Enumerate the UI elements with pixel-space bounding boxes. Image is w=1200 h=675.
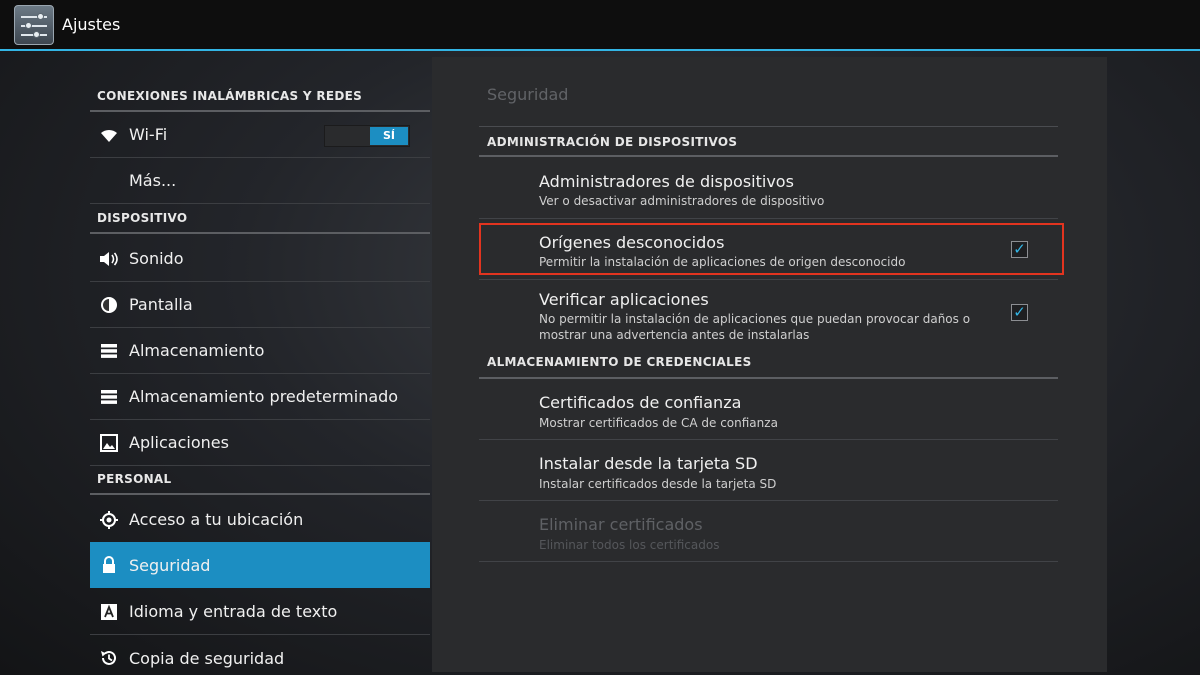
sidebar-item-more[interactable]: Más...: [90, 158, 430, 204]
lock-icon: [98, 554, 120, 576]
pref-title: Instalar desde la tarjeta SD: [539, 454, 758, 473]
security-settings-panel: Seguridad ADMINISTRACIÓN DE DISPOSITIVOS…: [432, 57, 1107, 672]
sidebar-item-wifi[interactable]: Wi-Fi SÍ: [90, 112, 430, 158]
section-header-device-admin: ADMINISTRACIÓN DE DISPOSITIVOS: [479, 135, 1058, 157]
pref-verify-apps[interactable]: Verificar aplicaciones No permitir la in…: [479, 280, 1058, 352]
sidebar-item-location[interactable]: Acceso a tu ubicación: [90, 497, 430, 543]
pref-summary: Mostrar certificados de CA de confianza: [539, 416, 778, 430]
location-icon: [98, 509, 120, 531]
action-bar: Ajustes: [0, 0, 1200, 51]
speaker-icon: [98, 248, 120, 270]
sidebar-item-label: Pantalla: [129, 295, 193, 314]
storage-icon: [98, 386, 120, 408]
app-title: Ajustes: [62, 15, 121, 34]
sidebar-item-language[interactable]: Idioma y entrada de texto: [90, 589, 430, 635]
sidebar-item-display[interactable]: Pantalla: [90, 282, 430, 328]
section-header-personal: PERSONAL: [90, 471, 430, 495]
section-header-device: DISPOSITIVO: [90, 210, 430, 234]
settings-categories-list: CONEXIONES INALÁMBRICAS Y REDES Wi-Fi SÍ…: [90, 51, 430, 675]
pref-summary: No permitir la instalación de aplicacion…: [539, 312, 971, 342]
language-icon: [98, 601, 120, 623]
pref-title: Certificados de confianza: [539, 393, 742, 412]
backup-icon: [98, 647, 120, 669]
sidebar-item-sound[interactable]: Sonido: [90, 236, 430, 282]
pref-summary: Instalar certificados desde la tarjeta S…: [539, 477, 777, 491]
pref-title: Eliminar certificados: [539, 515, 703, 534]
sidebar-item-default-storage[interactable]: Almacenamiento predeterminado: [90, 374, 430, 420]
sidebar-item-security[interactable]: Seguridad: [90, 542, 430, 588]
apps-icon: [98, 432, 120, 454]
pref-unknown-sources[interactable]: Orígenes desconocidos Permitir la instal…: [479, 219, 1058, 280]
sidebar-item-label: Sonido: [129, 249, 184, 268]
sidebar-item-apps[interactable]: Aplicaciones: [90, 420, 430, 466]
page-title: Seguridad: [487, 85, 569, 104]
storage-icon: [98, 340, 120, 362]
sidebar-item-label: Wi-Fi: [129, 125, 168, 144]
pref-trusted-certificates[interactable]: Certificados de confianza Mostrar certif…: [479, 379, 1058, 440]
pref-install-from-sd[interactable]: Instalar desde la tarjeta SD Instalar ce…: [479, 440, 1058, 501]
wifi-icon: [98, 124, 120, 146]
pref-clear-credentials: Eliminar certificados Eliminar todos los…: [479, 501, 1058, 562]
pref-title: Orígenes desconocidos: [539, 233, 725, 252]
sidebar-item-label: Aplicaciones: [129, 433, 229, 452]
wifi-toggle-state: SÍ: [370, 127, 408, 145]
pref-summary: Permitir la instalación de aplicaciones …: [539, 255, 906, 269]
brightness-icon: [98, 294, 120, 316]
sidebar-item-label: Copia de seguridad: [129, 648, 285, 668]
verify-apps-checkbox[interactable]: ✓: [1011, 304, 1028, 321]
pref-title: Verificar aplicaciones: [539, 290, 709, 309]
wifi-toggle[interactable]: SÍ: [324, 125, 410, 147]
section-header-wireless: CONEXIONES INALÁMBRICAS Y REDES: [90, 89, 430, 112]
sidebar-item-label: Más...: [129, 171, 177, 190]
sidebar-item-label: Idioma y entrada de texto: [129, 602, 338, 621]
sidebar-item-label: Seguridad: [129, 555, 211, 575]
settings-sliders-icon[interactable]: [14, 4, 54, 45]
pref-summary: Ver o desactivar administradores de disp…: [539, 194, 825, 208]
pref-device-administrators[interactable]: Administradores de dispositivos Ver o de…: [479, 158, 1058, 219]
sidebar-item-storage[interactable]: Almacenamiento: [90, 328, 430, 374]
unknown-sources-checkbox[interactable]: ✓: [1011, 241, 1028, 258]
sidebar-item-label: Almacenamiento: [129, 341, 265, 360]
pref-title: Administradores de dispositivos: [539, 172, 794, 191]
pref-summary: Eliminar todos los certificados: [539, 538, 720, 552]
sidebar-item-label: Acceso a tu ubicación: [129, 510, 304, 529]
sidebar-item-label: Almacenamiento predeterminado: [129, 387, 399, 406]
title-divider: [479, 126, 1058, 127]
section-header-credentials: ALMACENAMIENTO DE CREDENCIALES: [479, 355, 1058, 379]
sidebar-item-backup[interactable]: Copia de seguridad: [90, 635, 430, 675]
